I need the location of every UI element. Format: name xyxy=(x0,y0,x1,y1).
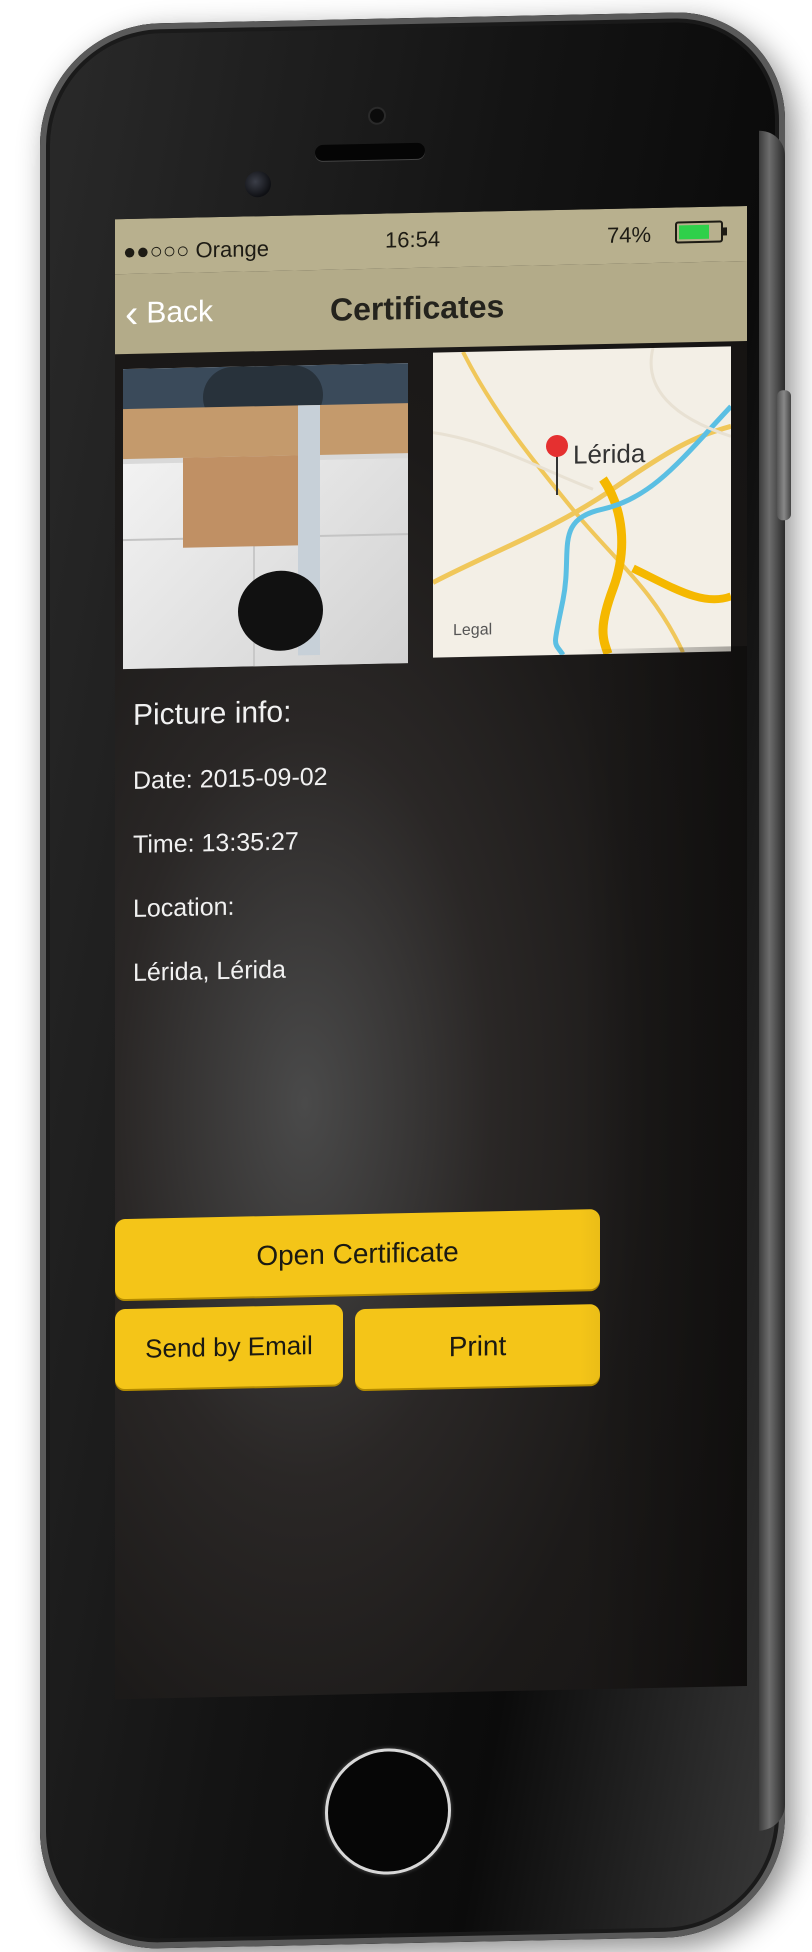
photo-desk xyxy=(123,403,408,460)
location-map[interactable]: Lérida Legal xyxy=(433,346,731,658)
picture-date: Date: 2015-09-02 xyxy=(133,762,328,795)
home-button[interactable] xyxy=(325,1747,451,1876)
screen-reflection xyxy=(580,645,747,1690)
side-button xyxy=(777,390,791,521)
carrier-label: ●●○○○ Orange xyxy=(123,236,269,265)
chevron-left-icon: ‹ xyxy=(125,291,139,337)
battery-tip xyxy=(723,227,727,236)
send-by-email-button[interactable]: Send by Email xyxy=(115,1304,343,1390)
phone-frame: ●●○○○ Orange 16:54 74% ‹ Back Certificat… xyxy=(40,10,791,1951)
phone-edge xyxy=(759,130,785,1831)
status-time: 16:54 xyxy=(385,226,441,253)
photo-box xyxy=(183,455,303,548)
page-title: Certificates xyxy=(330,288,505,328)
print-button[interactable]: Print xyxy=(355,1304,600,1390)
open-certificate-button[interactable]: Open Certificate xyxy=(115,1209,600,1300)
map-pin-stem xyxy=(556,454,558,495)
picture-location-value: Lérida, Lérida xyxy=(133,955,286,987)
app-screen: ●●○○○ Orange 16:54 74% ‹ Back Certificat… xyxy=(115,205,747,1700)
picture-location-label: Location: xyxy=(133,892,235,923)
map-legal-link[interactable]: Legal xyxy=(453,621,492,640)
picture-info-heading: Picture info: xyxy=(133,695,292,732)
map-city-label: Lérida xyxy=(573,438,646,470)
map-roads xyxy=(433,347,731,657)
battery-percent: 74% xyxy=(607,222,652,248)
photo-thumbnail[interactable] xyxy=(123,363,408,670)
picture-time: Time: 13:35:27 xyxy=(133,827,299,859)
proximity-sensor xyxy=(370,108,384,123)
battery-icon xyxy=(675,220,727,244)
navigation-bar: ‹ Back Certificates xyxy=(115,260,747,355)
earpiece-speaker xyxy=(315,142,425,162)
battery-fill xyxy=(679,224,709,240)
front-camera-icon xyxy=(245,170,271,198)
back-button[interactable]: ‹ Back xyxy=(125,291,214,337)
back-label: Back xyxy=(146,295,214,330)
